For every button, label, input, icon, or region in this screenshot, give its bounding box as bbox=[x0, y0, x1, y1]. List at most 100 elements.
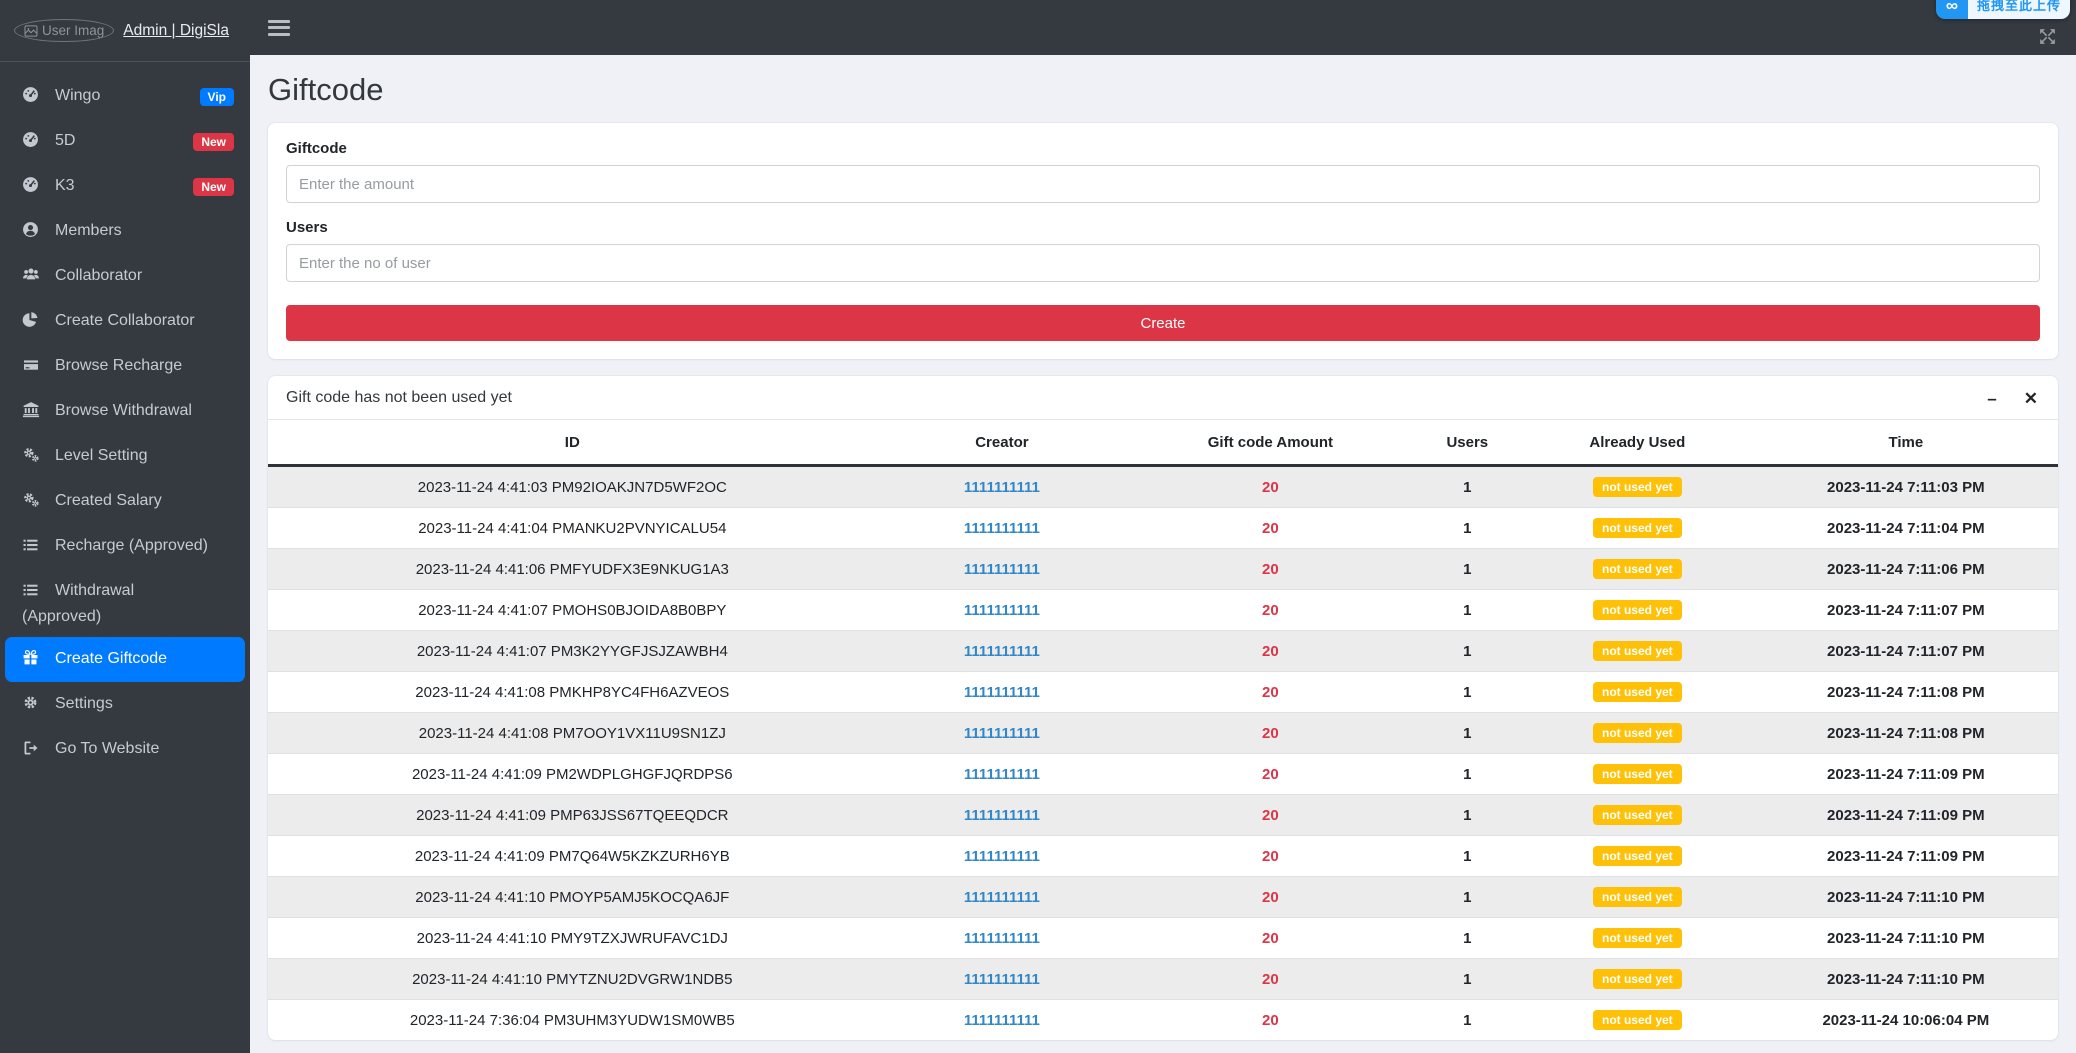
sidebar-nav: Wingo Vip 5D New K3 New Members Collaborator Cre… bbox=[0, 62, 250, 772]
table-row: 2023-11-24 4:41:06 PMFYUDFX3E9NKUG1A3 111… bbox=[268, 548, 2058, 590]
sidebar-item-settings[interactable]: Settings bbox=[0, 682, 250, 727]
cell-id: 2023-11-24 4:41:08 PMKHP8YC4FH6AZVEOS bbox=[268, 671, 877, 713]
creator-link[interactable]: 1111111111 bbox=[964, 725, 1040, 742]
cell-users: 1 bbox=[1413, 465, 1521, 508]
table-row: 2023-11-24 4:41:08 PM7OOY1VX11U9SN1ZJ 111… bbox=[268, 712, 2058, 754]
sidebar-item-browse-recharge[interactable]: Browse Recharge bbox=[0, 344, 250, 389]
cell-time: 2023-11-24 10:06:04 PM bbox=[1753, 999, 2058, 1040]
cell-amount: 20 bbox=[1127, 876, 1414, 918]
tachometer-icon bbox=[22, 86, 43, 110]
cell-users: 1 bbox=[1413, 589, 1521, 631]
cell-time: 2023-11-24 7:11:06 PM bbox=[1753, 548, 2058, 590]
card-tools: – ✕ bbox=[1987, 390, 2038, 407]
giftcode-table-card: Gift code has not been used yet – ✕ ID C… bbox=[268, 376, 2058, 1040]
sidebar-item-label: K3 bbox=[55, 177, 75, 194]
sidebar-item-level-setting[interactable]: Level Setting bbox=[0, 434, 250, 479]
cell-time: 2023-11-24 7:11:10 PM bbox=[1753, 876, 2058, 918]
cell-id: 2023-11-24 4:41:03 PM92IOAKJN7D5WF2OC bbox=[268, 465, 877, 508]
creator-link[interactable]: 1111111111 bbox=[964, 643, 1040, 660]
creator-link[interactable]: 1111111111 bbox=[964, 520, 1040, 537]
cell-users: 1 bbox=[1413, 630, 1521, 672]
sidebar-item-wingo[interactable]: Wingo Vip bbox=[0, 74, 250, 119]
users-count-input[interactable] bbox=[286, 244, 2040, 282]
creator-link[interactable]: 1111111111 bbox=[964, 684, 1040, 701]
sidebar-item-recharge-approved[interactable]: Recharge (Approved) bbox=[0, 524, 250, 569]
cell-id: 2023-11-24 7:36:04 PM3UHM3YUDW1SM0WB5 bbox=[268, 999, 877, 1040]
pie-chart-icon bbox=[22, 311, 43, 335]
sidebar-item-withdrawal-approved[interactable]: Withdrawal (Approved) bbox=[0, 569, 250, 637]
fullscreen-toggle-icon[interactable] bbox=[2037, 27, 2058, 46]
list-icon bbox=[22, 582, 43, 605]
creator-link[interactable]: 1111111111 bbox=[964, 971, 1040, 988]
sidebar-item-5d[interactable]: 5D New bbox=[0, 119, 250, 164]
cell-users: 1 bbox=[1413, 835, 1521, 877]
cell-creator: 1111111111 bbox=[876, 548, 1128, 590]
close-card-button[interactable]: ✕ bbox=[2024, 390, 2038, 407]
cell-creator: 1111111111 bbox=[876, 465, 1128, 508]
cell-users: 1 bbox=[1413, 712, 1521, 754]
sidebar-item-label: Wingo bbox=[55, 87, 101, 104]
create-button[interactable]: Create bbox=[286, 305, 2040, 341]
giftcode-form-card: Giftcode Users Create bbox=[268, 123, 2058, 359]
cell-time: 2023-11-24 7:11:10 PM bbox=[1753, 958, 2058, 1000]
sidebar-item-create-collaborator[interactable]: Create Collaborator bbox=[0, 299, 250, 344]
creator-link[interactable]: 1111111111 bbox=[964, 807, 1040, 824]
creator-link[interactable]: 1111111111 bbox=[964, 561, 1040, 578]
sidebar-item-collaborator[interactable]: Collaborator bbox=[0, 254, 250, 299]
sidebar-item-created-salary[interactable]: Created Salary bbox=[0, 479, 250, 524]
sign-out-icon bbox=[22, 740, 43, 763]
cell-already-used: not used yet bbox=[1520, 999, 1754, 1040]
cell-id: 2023-11-24 4:41:07 PMOHS0BJOIDA8B0BPY bbox=[268, 589, 877, 631]
tachometer-icon bbox=[22, 176, 43, 200]
table-row: 2023-11-24 4:41:10 PMY9TZXJWRUFAVC1DJ 111… bbox=[268, 917, 2058, 959]
admin-profile-link[interactable]: Admin | DigiSla bbox=[123, 22, 229, 40]
creator-link[interactable]: 1111111111 bbox=[964, 930, 1040, 947]
creator-link[interactable]: 1111111111 bbox=[964, 479, 1040, 496]
status-badge: not used yet bbox=[1592, 477, 1682, 497]
sidebar-item-label: 5D bbox=[55, 132, 76, 149]
sidebar-item-create-giftcode[interactable]: Create Giftcode bbox=[5, 637, 245, 682]
cell-id: 2023-11-24 4:41:09 PMP63JSS67TQEEQDCR bbox=[268, 794, 877, 836]
creator-link[interactable]: 1111111111 bbox=[964, 889, 1040, 906]
cell-id: 2023-11-24 4:41:10 PMOYP5AMJ5KOCQA6JF bbox=[268, 876, 877, 918]
cell-amount: 20 bbox=[1127, 917, 1414, 959]
cell-already-used: not used yet bbox=[1520, 712, 1754, 754]
column-header-id: ID bbox=[268, 420, 877, 467]
users-field-label: Users bbox=[286, 219, 328, 236]
table-row: 2023-11-24 4:41:03 PM92IOAKJN7D5WF2OC 111… bbox=[268, 465, 2058, 508]
drag-upload-overlay[interactable]: ∞ 拖拽至此上传 bbox=[1935, 0, 2070, 19]
giftcode-field-label: Giftcode bbox=[286, 140, 347, 157]
cell-creator: 1111111111 bbox=[876, 917, 1128, 959]
sidebar-item-go-to-website[interactable]: Go To Website bbox=[0, 727, 250, 772]
cell-time: 2023-11-24 7:11:09 PM bbox=[1753, 753, 2058, 795]
cell-users: 1 bbox=[1413, 999, 1521, 1040]
table-row: 2023-11-24 4:41:08 PMKHP8YC4FH6AZVEOS 111… bbox=[268, 671, 2058, 713]
sidebar-item-members[interactable]: Members bbox=[0, 209, 250, 254]
cell-amount: 20 bbox=[1127, 671, 1414, 713]
cogs-icon bbox=[22, 491, 43, 515]
giftcode-table: ID Creator Gift code Amount Users Alread… bbox=[268, 420, 2058, 1040]
cell-amount: 20 bbox=[1127, 999, 1414, 1040]
sidebar-item-label: Recharge (Approved) bbox=[55, 537, 208, 554]
giftcode-amount-input[interactable] bbox=[286, 165, 2040, 203]
cell-id: 2023-11-24 4:41:09 PM7Q64W5KZKZURH6YB bbox=[268, 835, 877, 877]
sidebar-item-k3[interactable]: K3 New bbox=[0, 164, 250, 209]
sidebar-toggle-button[interactable] bbox=[268, 16, 290, 39]
creator-link[interactable]: 1111111111 bbox=[964, 766, 1040, 783]
cell-users: 1 bbox=[1413, 917, 1521, 959]
cell-time: 2023-11-24 7:11:10 PM bbox=[1753, 917, 2058, 959]
cell-time: 2023-11-24 7:11:09 PM bbox=[1753, 835, 2058, 877]
creator-link[interactable]: 1111111111 bbox=[964, 602, 1040, 619]
status-badge: not used yet bbox=[1592, 805, 1682, 825]
cell-users: 1 bbox=[1413, 876, 1521, 918]
cell-creator: 1111111111 bbox=[876, 712, 1128, 754]
creator-link[interactable]: 1111111111 bbox=[964, 848, 1040, 865]
cell-id: 2023-11-24 4:41:10 PMYTZNU2DVGRW1NDB5 bbox=[268, 958, 877, 1000]
content: Giftcode Giftcode Users Create bbox=[250, 55, 2076, 1053]
creator-link[interactable]: 1111111111 bbox=[964, 1012, 1040, 1029]
broken-image-icon bbox=[24, 24, 38, 37]
minimize-card-button[interactable]: – bbox=[1987, 390, 1996, 407]
sidebar-item-browse-withdrawal[interactable]: Browse Withdrawal bbox=[0, 389, 250, 434]
cell-creator: 1111111111 bbox=[876, 958, 1128, 1000]
cell-already-used: not used yet bbox=[1520, 465, 1754, 508]
